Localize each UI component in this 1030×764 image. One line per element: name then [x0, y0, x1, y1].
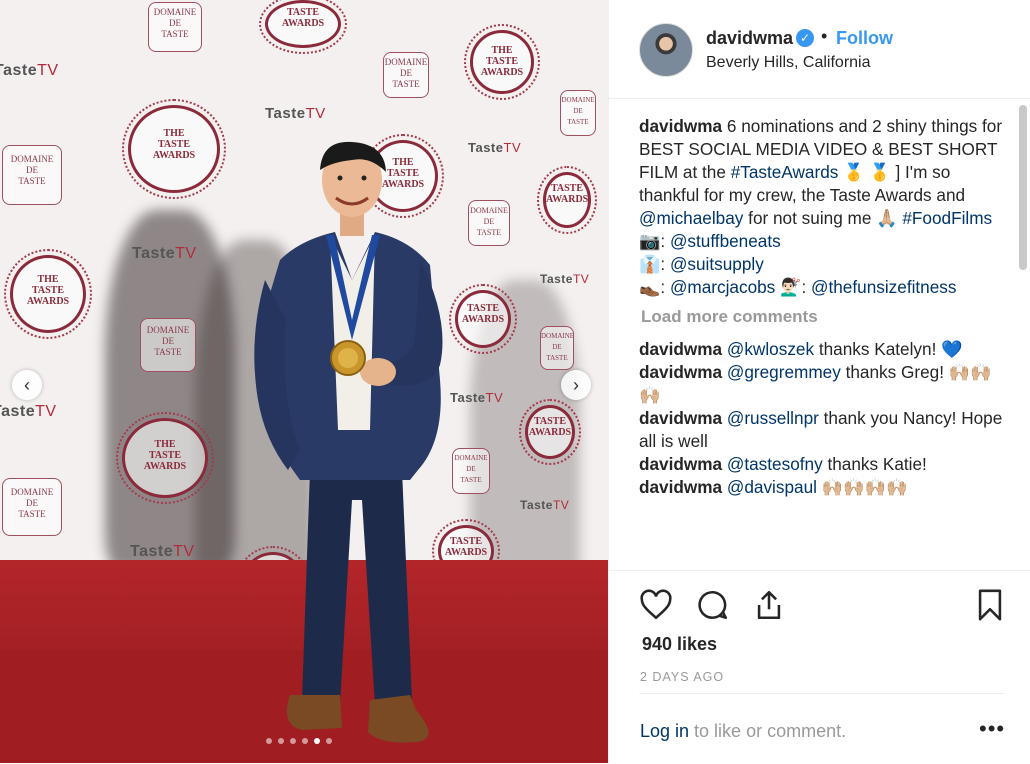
- taste-awards-logo: THETASTEAWARDS: [122, 99, 226, 199]
- login-prompt: Log in to like or comment.: [640, 721, 846, 742]
- comment-username[interactable]: davidwma: [639, 339, 722, 359]
- taste-awards-logo: THETASTEAWARDS: [4, 249, 92, 339]
- mention-link[interactable]: @russellnpr: [727, 408, 819, 428]
- caption-text: for not suing me 🙏🏼: [743, 208, 903, 228]
- carousel-dot: [266, 738, 272, 744]
- mention-link[interactable]: @davispaul: [727, 477, 817, 497]
- comment-bubble-icon[interactable]: [696, 588, 730, 622]
- tastetv-logo: TasteTV: [130, 543, 195, 560]
- tastetv-logo: TasteTV: [520, 498, 570, 512]
- carousel-dot: [290, 738, 296, 744]
- man-in-suit: [254, 141, 443, 743]
- follow-button[interactable]: Follow: [836, 28, 893, 49]
- share-icon[interactable]: [752, 588, 786, 622]
- post-timestamp: 2 DAYS AGO: [640, 670, 725, 684]
- verified-badge-icon: ✓: [796, 29, 814, 47]
- caption-username[interactable]: davidwma: [639, 116, 722, 136]
- load-more-comments-button[interactable]: Load more comments: [641, 305, 1004, 328]
- comment-text: thanks Katelyn! 💙: [814, 339, 963, 359]
- like-heart-icon[interactable]: [639, 588, 673, 622]
- hashtag-link[interactable]: #TasteAwards: [731, 162, 839, 182]
- location-link[interactable]: Beverly Hills, California: [706, 54, 871, 72]
- mention-link[interactable]: @michaelbay: [639, 208, 743, 228]
- carousel-dot: [278, 738, 284, 744]
- tastetv-logo: TasteTV: [265, 105, 326, 122]
- comment-list: davidwma @kwloszek thanks Katelyn! 💙 davi…: [639, 338, 1004, 499]
- mention-link[interactable]: @thefunsizefitness: [811, 277, 956, 297]
- caption: davidwma 6 nominations and 2 shiny thing…: [639, 115, 1004, 299]
- bookmark-save-icon[interactable]: [973, 588, 1007, 622]
- avatar[interactable]: [639, 23, 693, 77]
- tastetv-logo: TasteTV: [468, 140, 522, 155]
- domaine-de-taste-logo: DOMAINE DE TASTE: [148, 2, 202, 52]
- comment-item: davidwma @tastesofny thanks Katie!: [639, 453, 1004, 476]
- comment-item: davidwma @gregremmey thanks Greg! 🙌🏼🙌🏼🙌🏼: [639, 361, 1004, 407]
- login-link[interactable]: Log in: [640, 721, 689, 741]
- username-link[interactable]: davidwma: [706, 28, 793, 49]
- mention-link[interactable]: @suitsupply: [670, 254, 764, 274]
- comment-item: davidwma @kwloszek thanks Katelyn! 💙: [639, 338, 1004, 361]
- taste-awards-logo: THETASTEAWARDS: [464, 24, 540, 100]
- camera-emoji: 📷:: [639, 231, 670, 251]
- domaine-de-taste-logo: DOMAINE DE TASTE: [540, 326, 574, 370]
- likes-count[interactable]: 940 likes: [642, 634, 717, 655]
- domaine-de-taste-logo: DOMAINE DE TASTE: [2, 145, 62, 205]
- comment-username[interactable]: davidwma: [639, 477, 722, 497]
- scrollbar[interactable]: [1019, 105, 1027, 270]
- carousel-dot: [302, 738, 308, 744]
- domaine-de-taste-logo: DOMAINE DE TASTE: [140, 318, 196, 372]
- post-footer: Log in to like or comment. •••: [639, 693, 1005, 764]
- carousel-dot: [314, 738, 320, 744]
- login-prompt-text: to like or comment.: [689, 721, 847, 741]
- post-details-pane: davidwma ✓ • Follow Beverly Hills, Calif…: [608, 0, 1030, 763]
- suit-emoji: 👔:: [639, 254, 670, 274]
- tastetv-logo: TasteTV: [0, 62, 59, 79]
- tastetv-logo: TasteTV: [540, 272, 590, 286]
- comment-username[interactable]: davidwma: [639, 454, 722, 474]
- carousel-dot: [326, 738, 332, 744]
- domaine-de-taste-logo: DOMAINE DE TASTE: [383, 52, 429, 98]
- taste-awards-logo: TASTEAWARDS: [259, 0, 347, 54]
- hashtag-link[interactable]: #FoodFilms: [902, 208, 992, 228]
- haircut-emoji: 💇🏻‍♂️:: [775, 277, 812, 297]
- tastetv-logo: TasteTV: [0, 403, 57, 420]
- post-header: davidwma ✓ • Follow Beverly Hills, Calif…: [609, 0, 1030, 99]
- comment-username[interactable]: davidwma: [639, 408, 722, 428]
- domaine-de-taste-logo: DOMAINE DE TASTE: [560, 90, 596, 136]
- mention-link[interactable]: @stuffbeneats: [670, 231, 781, 251]
- mention-link[interactable]: @tastesofny: [727, 454, 823, 474]
- domaine-de-taste-logo: DOMAINE DE TASTE: [468, 200, 510, 246]
- carousel-indicator: [266, 738, 332, 744]
- comment-text: thanks Katie!: [822, 454, 927, 474]
- comment-text: 🙌🏼🙌🏼🙌🏼🙌🏼: [816, 477, 908, 497]
- next-photo-button[interactable]: ›: [561, 370, 591, 400]
- chevron-right-icon: ›: [573, 374, 579, 395]
- taste-awards-logo: THETASTEAWARDS: [116, 412, 214, 504]
- comment-item: davidwma @russellnpr thank you Nancy! Ho…: [639, 407, 1004, 453]
- previous-photo-button[interactable]: ‹: [12, 370, 42, 400]
- comments-section: davidwma 6 nominations and 2 shiny thing…: [639, 115, 1004, 570]
- comment-item: davidwma @davispaul 🙌🏼🙌🏼🙌🏼🙌🏼: [639, 476, 1004, 499]
- action-bar: [609, 570, 1030, 631]
- taste-awards-logo: TASTEAWARDS: [519, 399, 581, 465]
- separator-dot: •: [821, 26, 828, 46]
- shoe-emoji: 👞:: [639, 277, 670, 297]
- comment-username[interactable]: davidwma: [639, 362, 722, 382]
- mention-link[interactable]: @gregremmey: [727, 362, 841, 382]
- taste-awards-logo: TASTEAWARDS: [537, 166, 597, 234]
- post-photo: THE TASTE AWARDS THE TASTE AWARDS THE TASTE AW…: [0, 0, 608, 763]
- tastetv-logo: TasteTV: [132, 245, 197, 262]
- chevron-left-icon: ‹: [24, 374, 30, 395]
- mention-link[interactable]: @kwloszek: [727, 339, 814, 359]
- more-options-icon[interactable]: •••: [979, 716, 1005, 742]
- mention-link[interactable]: @marcjacobs: [670, 277, 775, 297]
- domaine-de-taste-logo: DOMAINE DE TASTE: [2, 478, 62, 536]
